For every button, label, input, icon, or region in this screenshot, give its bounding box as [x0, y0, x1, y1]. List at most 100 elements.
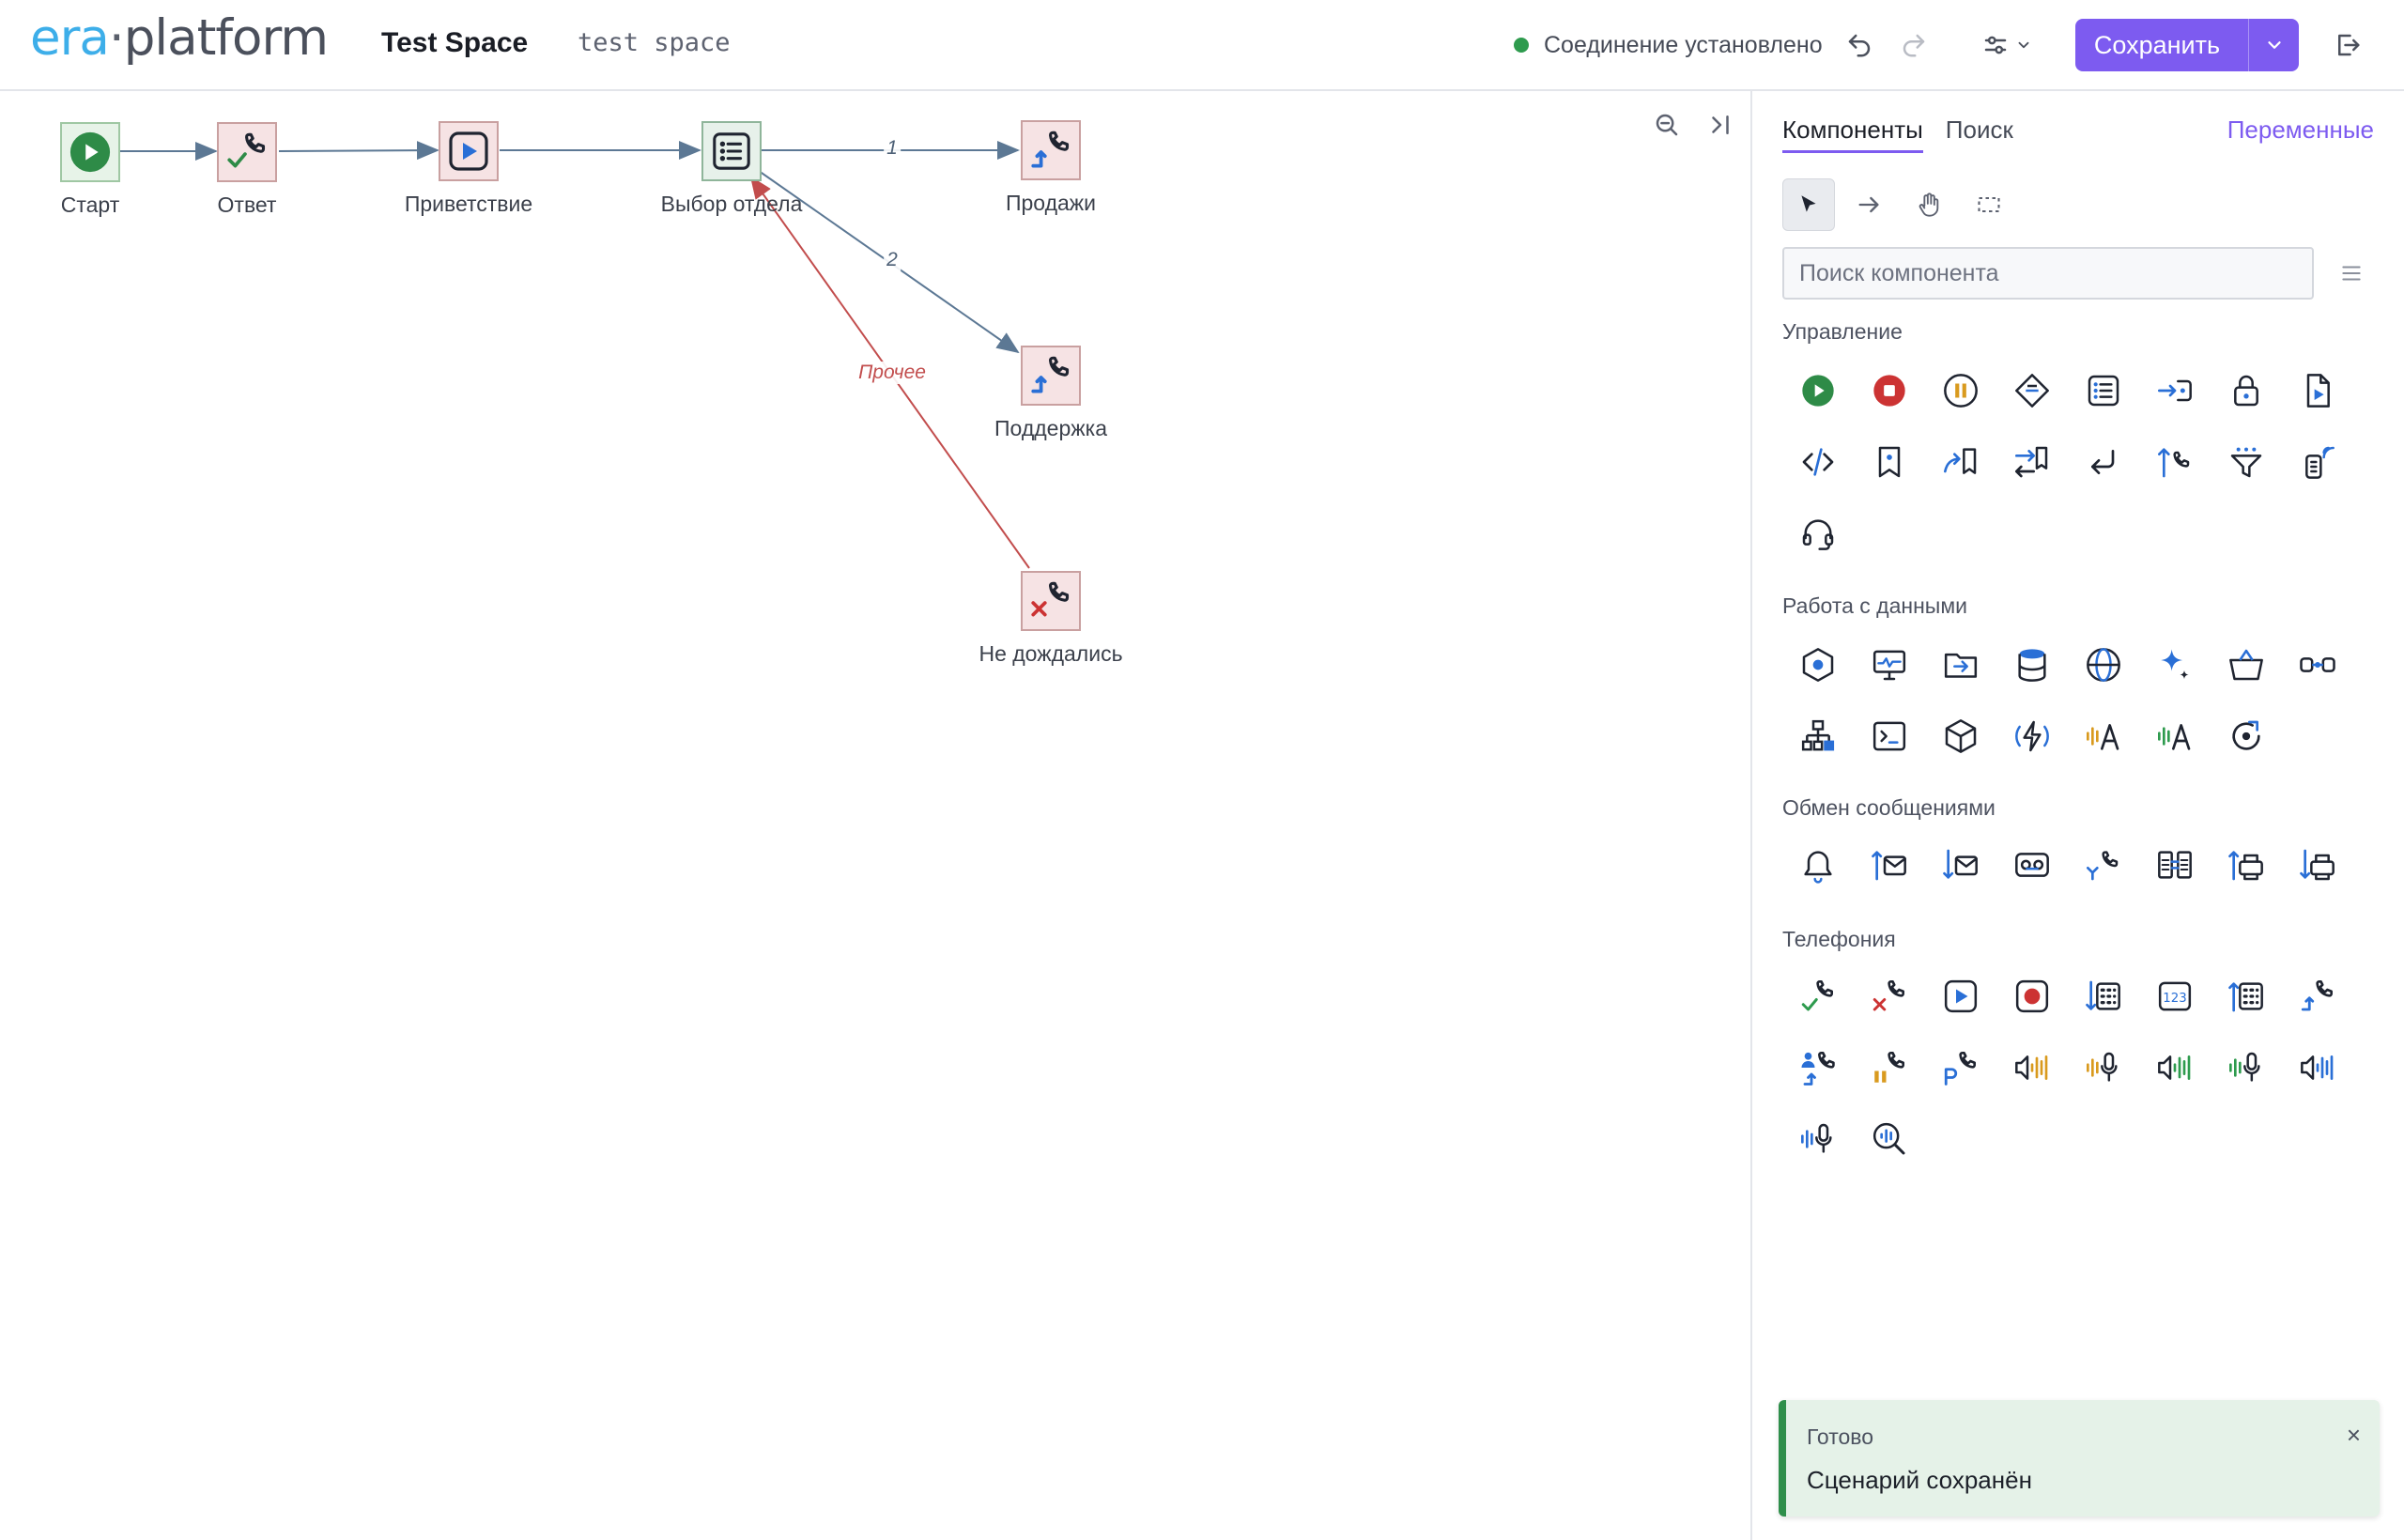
pointer-tool[interactable]	[1782, 178, 1835, 231]
component-jump-bookmark[interactable]	[1925, 426, 1996, 498]
tab-search[interactable]: Поиск	[1946, 116, 2013, 153]
component-play-media[interactable]	[1925, 961, 1996, 1032]
component-lock[interactable]	[2211, 355, 2282, 426]
dtmf-in-icon	[2086, 980, 2120, 1010]
project-description[interactable]: test space	[578, 28, 731, 57]
component-stop[interactable]	[1854, 355, 1925, 426]
component-dtmf-out[interactable]	[2211, 961, 2282, 1032]
component-globe[interactable]	[2068, 629, 2139, 701]
undo-button[interactable]	[1841, 26, 1878, 64]
select-tool[interactable]	[1963, 178, 2015, 231]
component-headset[interactable]	[1782, 498, 1854, 569]
save-button[interactable]: Сохранить	[2075, 19, 2248, 71]
component-call-hangup[interactable]	[1854, 961, 1925, 1032]
component-call-hold[interactable]	[1854, 1032, 1925, 1103]
node-noanswer[interactable]	[1021, 571, 1081, 631]
component-asr-text-green[interactable]	[2139, 701, 2211, 772]
component-callback[interactable]	[2068, 829, 2139, 901]
component-digits[interactable]: 123	[2139, 961, 2211, 1032]
component-code[interactable]	[1782, 426, 1854, 498]
component-voice-search[interactable]	[1854, 1103, 1925, 1175]
mail-receive-icon	[1943, 849, 1978, 879]
component-mic-orange[interactable]	[2068, 1032, 2139, 1103]
component-goto[interactable]	[2139, 355, 2211, 426]
node-start[interactable]	[60, 122, 120, 182]
component-speaker-orange[interactable]	[1996, 1032, 2068, 1103]
component-record[interactable]	[1996, 961, 2068, 1032]
component-bridge[interactable]	[2139, 829, 2211, 901]
connect-tool[interactable]	[1842, 178, 1895, 231]
component-call-answer[interactable]	[1782, 961, 1854, 1032]
component-link[interactable]	[2282, 629, 2353, 701]
component-menu[interactable]	[2068, 355, 2139, 426]
save-options-button[interactable]	[2248, 19, 2299, 71]
lightning-icon	[2015, 720, 2049, 752]
collapse-panel-button[interactable]	[1702, 106, 1739, 144]
settings-dropdown[interactable]	[1974, 26, 2040, 64]
component-user-transfer[interactable]	[1782, 1032, 1854, 1103]
node-label: Выбор отдела	[660, 192, 803, 216]
component-remote[interactable]	[2282, 426, 2353, 498]
component-notify[interactable]	[1782, 829, 1854, 901]
component-voicemail[interactable]	[1996, 829, 2068, 901]
component-mail-send[interactable]	[1854, 829, 1925, 901]
component-database[interactable]	[1996, 629, 2068, 701]
project-name[interactable]: Test Space	[381, 27, 528, 59]
component-hexagon[interactable]	[1782, 629, 1854, 701]
speaker-orange-icon	[2015, 1055, 2048, 1080]
node-menu[interactable]	[701, 121, 762, 181]
toast-close-button[interactable]: ×	[2347, 1421, 2361, 1450]
app-logo[interactable]: era·platform	[30, 9, 329, 67]
component-basket[interactable]	[2211, 629, 2282, 701]
component-asr-text-orange[interactable]	[2068, 701, 2139, 772]
component-call-park[interactable]	[1925, 1032, 1996, 1103]
component-start[interactable]	[1782, 355, 1854, 426]
node-support[interactable]	[1021, 346, 1081, 406]
component-cube[interactable]	[1925, 701, 1996, 772]
redo-button[interactable]	[1895, 26, 1933, 64]
component-refresh[interactable]	[2211, 701, 2282, 772]
component-mail-receive[interactable]	[1925, 829, 1996, 901]
tab-components[interactable]: Компоненты	[1782, 116, 1923, 153]
component-mic-blue[interactable]	[1782, 1103, 1854, 1175]
logout-button[interactable]	[2329, 26, 2366, 64]
component-call-transfer[interactable]	[2282, 961, 2353, 1032]
component-switch-bookmark[interactable]	[1996, 426, 2068, 498]
component-fax-receive[interactable]	[2282, 829, 2353, 901]
component-folder[interactable]	[1925, 629, 1996, 701]
component-bookmark[interactable]	[1854, 426, 1925, 498]
component-speaker-blue[interactable]	[2282, 1032, 2353, 1103]
edge-answer-greeting[interactable]	[278, 141, 439, 161]
link-icon	[2300, 657, 2335, 672]
chevron-down-icon	[2267, 41, 2281, 49]
zoom-out-button[interactable]	[1648, 106, 1686, 144]
component-ai[interactable]	[2139, 629, 2211, 701]
node-answer[interactable]	[217, 122, 277, 182]
pan-tool[interactable]	[1903, 178, 1955, 231]
component-mic-green[interactable]	[2211, 1032, 2282, 1103]
globe-icon	[2087, 648, 2120, 682]
component-condition[interactable]	[1996, 355, 2068, 426]
mic-blue-icon	[1801, 1123, 1832, 1153]
component-hierarchy[interactable]	[1782, 701, 1854, 772]
node-sales[interactable]	[1021, 120, 1081, 180]
connection-status-text: Соединение установлено	[1544, 31, 1823, 58]
node-greeting[interactable]	[439, 121, 499, 181]
component-return[interactable]	[2068, 426, 2139, 498]
component-search-input[interactable]	[1782, 247, 2314, 300]
filter-icon	[2230, 447, 2262, 478]
flow-canvas[interactable]: Старт Ответ Приветствие Выбор отдела Про…	[0, 91, 1750, 1540]
component-lightning[interactable]	[1996, 701, 2068, 772]
headset-icon	[1802, 519, 1834, 550]
tab-variables[interactable]: Переменные	[2227, 116, 2374, 145]
component-call-out[interactable]	[2139, 426, 2211, 498]
component-script[interactable]	[2282, 355, 2353, 426]
component-filter[interactable]	[2211, 426, 2282, 498]
component-pause[interactable]	[1925, 355, 1996, 426]
component-dtmf-in[interactable]	[2068, 961, 2139, 1032]
list-view-button[interactable]	[2335, 256, 2368, 290]
component-speaker-green[interactable]	[2139, 1032, 2211, 1103]
component-terminal[interactable]	[1854, 701, 1925, 772]
component-fax-send[interactable]	[2211, 829, 2282, 901]
component-monitor[interactable]	[1854, 629, 1925, 701]
